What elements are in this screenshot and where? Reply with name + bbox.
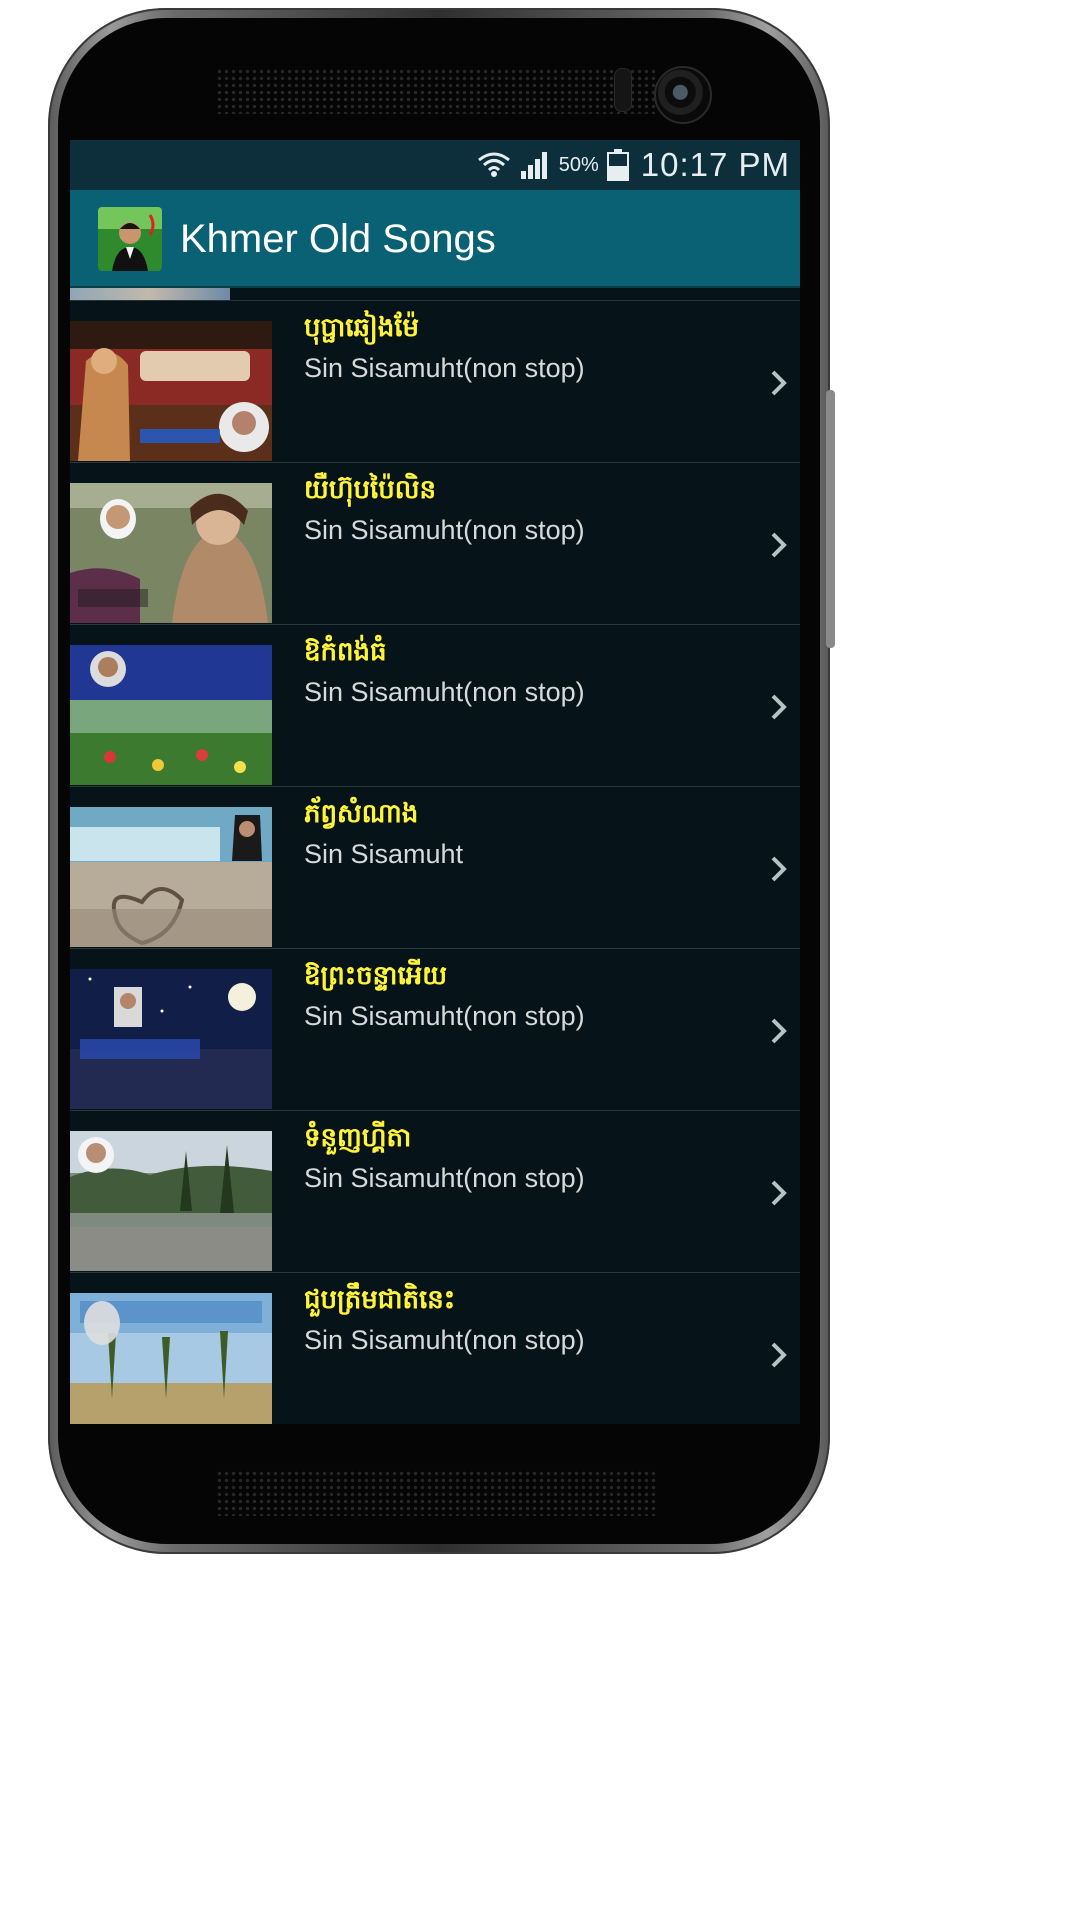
song-artist: Sin Sisamuht(non stop) — [304, 515, 585, 545]
chevron-right-icon — [764, 855, 792, 883]
song-rows: បុប្ផាឆៀងម៉ែ Sin Sisamuht(non stop) យឺហ៊… — [70, 301, 800, 1424]
bottom-speaker-grille — [216, 1470, 656, 1516]
song-title: បុប្ផាឆៀងម៉ែ — [304, 313, 420, 343]
list-item-partial[interactable] — [70, 288, 800, 301]
battery-icon — [606, 149, 629, 181]
chevron-right-icon — [764, 1341, 792, 1369]
status-bar: 50% 10:17 PM — [70, 140, 800, 190]
app-logo-icon[interactable] — [98, 207, 162, 271]
status-time: 10:17 PM — [640, 146, 790, 183]
list-item[interactable]: ឱកំពង់ធំ Sin Sisamuht(non stop) — [70, 625, 800, 787]
list-item[interactable]: ជួបត្រឹមជាតិនេះ Sin Sisamuht(non stop) — [70, 1273, 800, 1424]
song-thumbnail — [70, 321, 272, 461]
song-thumbnail — [70, 1131, 272, 1271]
list-item[interactable]: យឺហ៊ុបប៉ៃលិន Sin Sisamuht(non stop) — [70, 463, 800, 625]
list-item[interactable]: បុប្ផាឆៀងម៉ែ Sin Sisamuht(non stop) — [70, 301, 800, 463]
battery-percent: 50% — [558, 153, 599, 176]
song-artist: Sin Sisamuht(non stop) — [304, 1001, 585, 1031]
list-item[interactable]: ភ័ព្វសំណាង Sin Sisamuht — [70, 787, 800, 949]
signal-icon — [519, 150, 551, 180]
chevron-right-icon — [764, 1179, 792, 1207]
song-artist: Sin Sisamuht(non stop) — [304, 1163, 585, 1193]
song-thumbnail — [70, 807, 272, 947]
proximity-sensor — [614, 68, 632, 112]
phone-screen: 50% 10:17 PM Khmer Old Songs បុប្ផាឆៀងម៉… — [70, 140, 800, 1424]
song-artist: Sin Sisamuht — [304, 839, 464, 869]
song-title: ភ័ព្វសំណាង — [304, 799, 419, 829]
song-thumbnail — [70, 288, 230, 300]
song-thumbnail — [70, 645, 272, 785]
song-title: ឱព្រះចន្ទាអើយ — [304, 961, 447, 991]
song-title: យឺហ៊ុបប៉ៃលិន — [304, 475, 437, 505]
song-thumbnail — [70, 483, 272, 623]
chevron-right-icon — [764, 1017, 792, 1045]
song-artist: Sin Sisamuht(non stop) — [304, 677, 585, 707]
song-artist: Sin Sisamuht(non stop) — [304, 1325, 585, 1355]
app-title: Khmer Old Songs — [180, 217, 496, 261]
song-thumbnail — [70, 969, 272, 1109]
song-title: ឱកំពង់ធំ — [304, 637, 387, 667]
status-indicators: 50% 10:17 PM — [477, 140, 790, 190]
chevron-right-icon — [764, 531, 792, 559]
song-artist: Sin Sisamuht(non stop) — [304, 353, 585, 383]
chevron-right-icon — [764, 369, 792, 397]
song-title: ទំនួញហ្គីតា — [304, 1123, 412, 1153]
song-list[interactable]: បុប្ផាឆៀងម៉ែ Sin Sisamuht(non stop) យឺហ៊… — [70, 288, 800, 1424]
list-item[interactable]: ឱព្រះចន្ទាអើយ Sin Sisamuht(non stop) — [70, 949, 800, 1111]
chevron-right-icon — [764, 693, 792, 721]
song-title: ជួបត្រឹមជាតិនេះ — [304, 1285, 456, 1315]
song-thumbnail — [70, 1293, 272, 1424]
list-item[interactable]: ទំនួញហ្គីតា Sin Sisamuht(non stop) — [70, 1111, 800, 1273]
wifi-icon — [477, 150, 511, 180]
top-speaker-grille — [216, 68, 656, 114]
front-camera — [654, 66, 712, 124]
volume-button — [826, 390, 835, 648]
action-bar: Khmer Old Songs — [70, 190, 800, 288]
